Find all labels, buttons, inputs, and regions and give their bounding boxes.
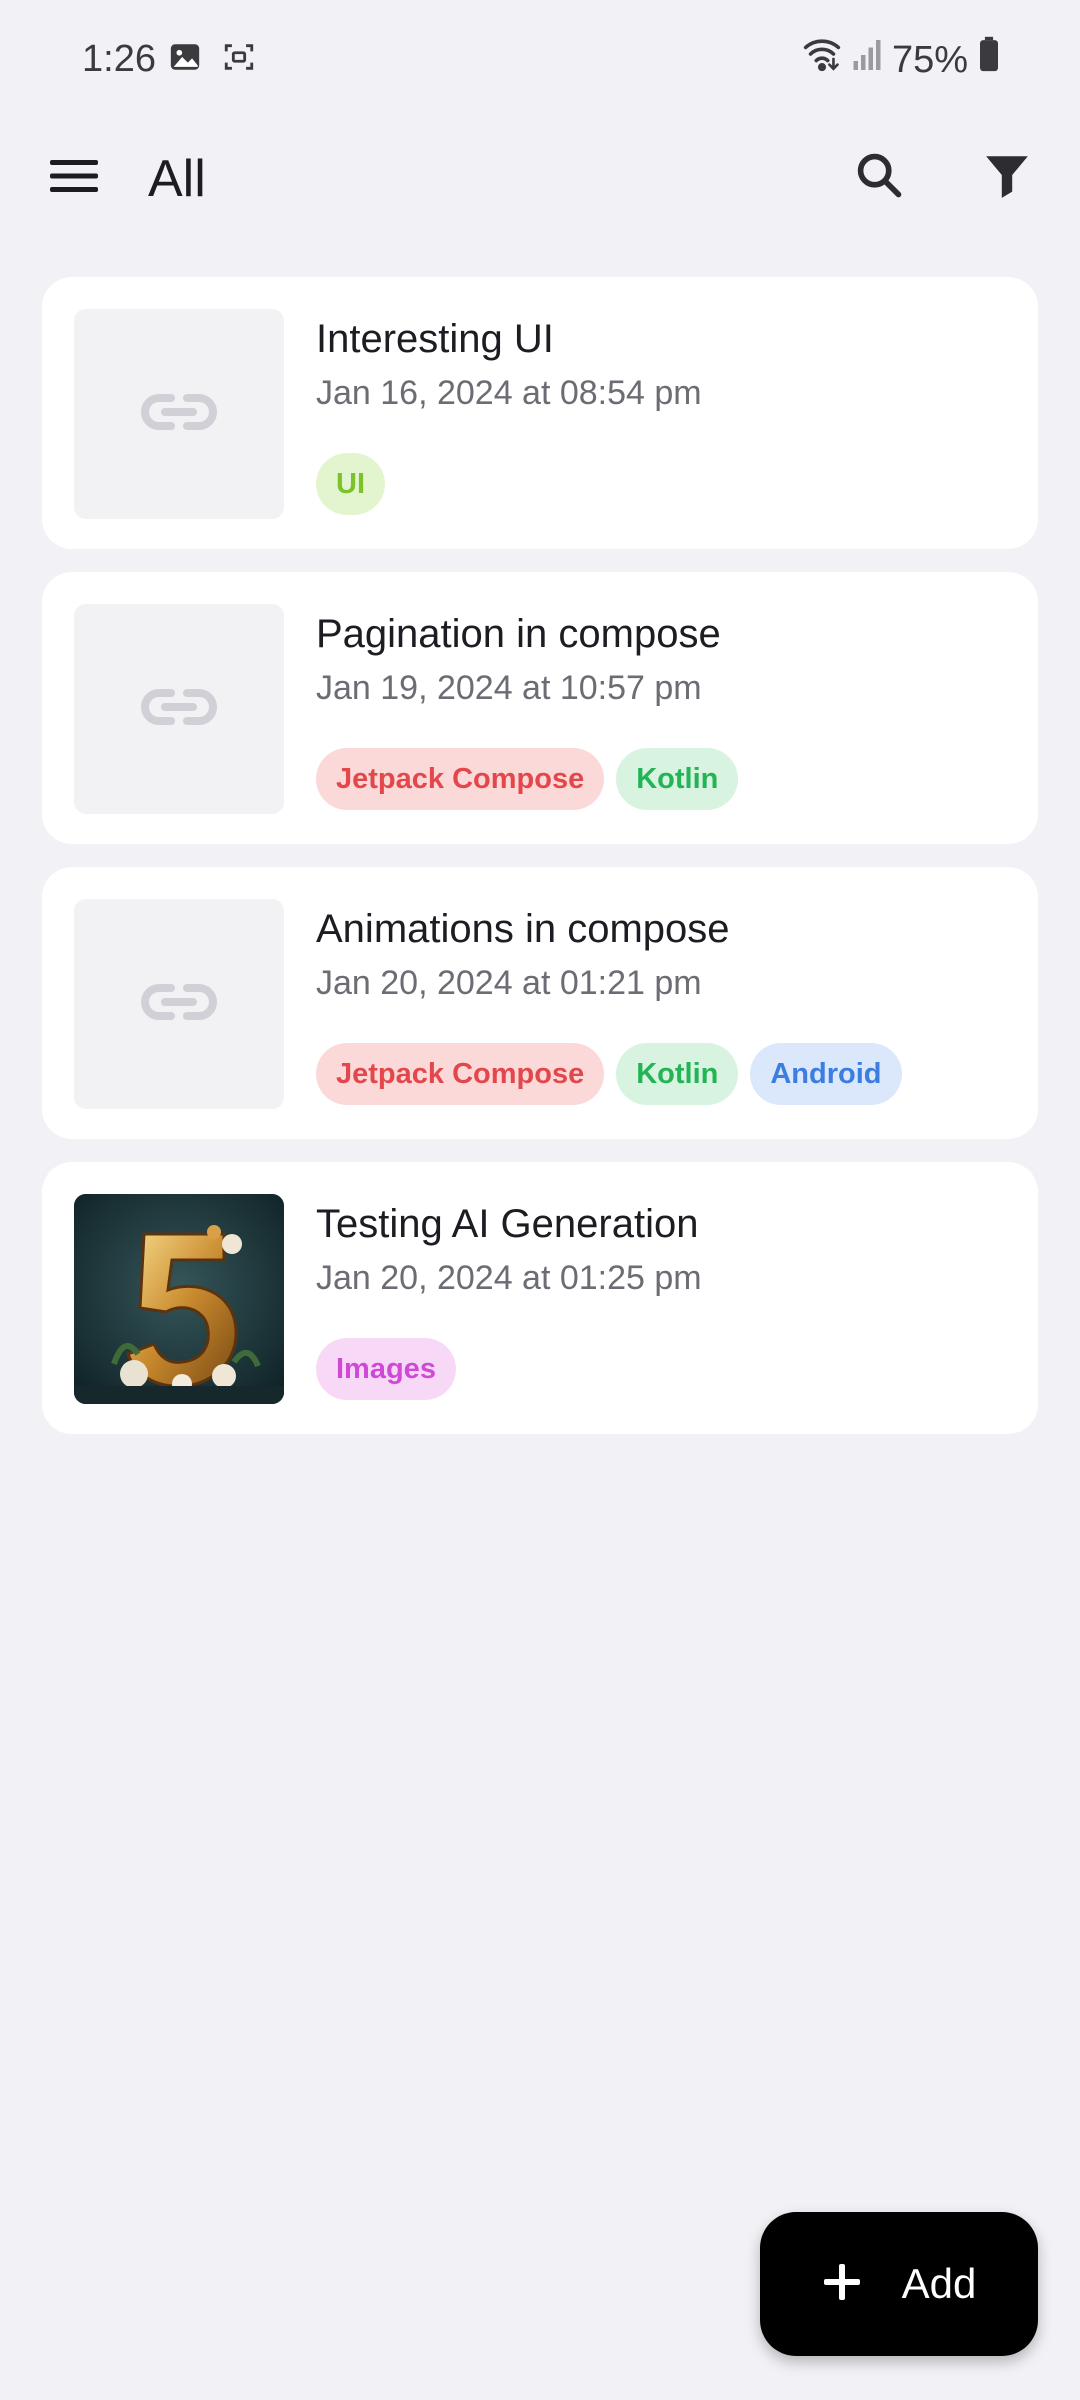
card-thumbnail <box>74 899 284 1109</box>
link-card[interactable]: Interesting UI Jan 16, 2024 at 08:54 pm … <box>42 277 1038 549</box>
plus-icon <box>822 2262 862 2307</box>
status-right: 75% <box>802 36 1000 83</box>
tag-chip[interactable]: Jetpack Compose <box>316 748 605 810</box>
link-icon <box>141 687 217 732</box>
search-icon <box>853 149 905 206</box>
page-title: All <box>148 150 206 208</box>
tag-list: Jetpack Compose Kotlin <box>316 748 739 810</box>
card-date: Jan 20, 2024 at 01:21 pm <box>316 964 702 1002</box>
link-icon <box>141 982 217 1027</box>
menu-icon <box>50 158 98 199</box>
card-date: Jan 19, 2024 at 10:57 pm <box>316 669 702 707</box>
top-app-bar: All <box>0 120 1080 230</box>
add-button-label: Add <box>901 2260 977 2307</box>
tag-chip[interactable]: Jetpack Compose <box>316 1043 605 1105</box>
tag-chip[interactable]: Kotlin <box>616 1043 739 1105</box>
filter-button[interactable] <box>970 140 1044 214</box>
link-card[interactable]: Animations in compose Jan 20, 2024 at 01… <box>42 867 1038 1139</box>
tag-chip[interactable]: Android <box>750 1043 902 1105</box>
battery-icon <box>978 36 1000 83</box>
wifi-icon <box>802 36 842 83</box>
add-button[interactable]: Add <box>760 2212 1038 2356</box>
tag-list: Jetpack Compose Kotlin Android <box>316 1043 902 1105</box>
card-date: Jan 20, 2024 at 01:25 pm <box>316 1259 702 1297</box>
link-icon <box>141 392 217 437</box>
signal-icon <box>852 37 882 83</box>
card-title: Testing AI Generation <box>316 1202 699 1246</box>
status-time: 1:26 <box>82 38 156 80</box>
tag-chip[interactable]: UI <box>316 453 385 515</box>
card-title: Animations in compose <box>316 907 730 951</box>
gallery-icon <box>168 40 202 79</box>
link-card[interactable]: Pagination in compose Jan 19, 2024 at 10… <box>42 572 1038 844</box>
search-button[interactable] <box>842 140 916 214</box>
link-card[interactable]: Testing AI Generation Jan 20, 2024 at 01… <box>42 1162 1038 1434</box>
screenshot-icon <box>222 40 256 79</box>
card-thumbnail <box>74 604 284 814</box>
card-date: Jan 16, 2024 at 08:54 pm <box>316 374 702 412</box>
card-title: Interesting UI <box>316 317 554 361</box>
tag-list: Images <box>316 1338 456 1400</box>
status-bar: 1:26 75% <box>0 0 1080 120</box>
filter-icon <box>982 150 1032 205</box>
menu-button[interactable] <box>38 142 110 214</box>
tag-chip[interactable]: Kotlin <box>616 748 739 810</box>
card-thumbnail <box>74 309 284 519</box>
tag-list: UI <box>316 453 385 515</box>
image-thumbnail <box>74 1194 284 1404</box>
status-notification-icons <box>168 40 256 79</box>
card-thumbnail <box>74 1194 284 1404</box>
battery-percent: 75% <box>891 38 968 81</box>
card-title: Pagination in compose <box>316 612 721 656</box>
tag-chip[interactable]: Images <box>316 1338 456 1400</box>
